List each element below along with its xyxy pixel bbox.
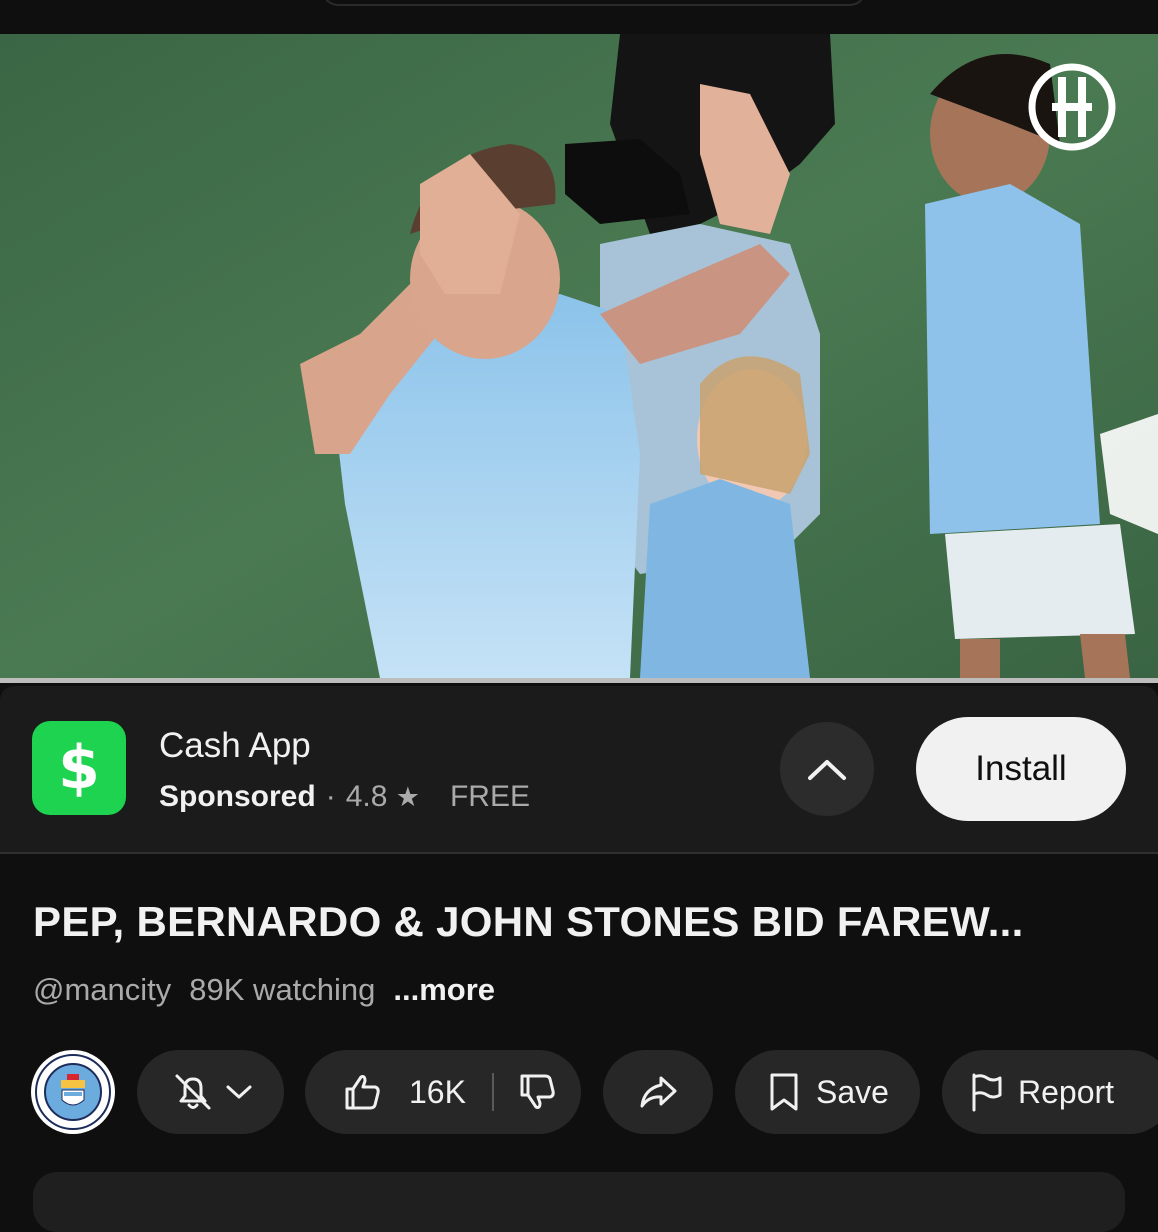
- ad-meta: Sponsored · 4.8 ★ FREE: [159, 780, 530, 814]
- sponsored-label: Sponsored: [159, 780, 316, 813]
- share-button[interactable]: [603, 1050, 713, 1134]
- meta-separator: ·: [325, 780, 336, 813]
- thumbs-up-icon: [345, 1075, 380, 1110]
- ad-card[interactable]: $ Cash App Sponsored · 4.8 ★ FREE Install: [0, 686, 1158, 854]
- cash-app-icon[interactable]: $: [32, 721, 126, 815]
- video-frame: [0, 34, 1158, 678]
- chevron-down-icon: [226, 1085, 251, 1099]
- cash-app-icon-symbol: $: [58, 733, 100, 803]
- ad-app-name: Cash App: [159, 726, 311, 765]
- chevron-up-icon: [808, 760, 846, 780]
- channel-handle[interactable]: @mancity: [33, 972, 171, 1007]
- thumbs-down-icon: [520, 1074, 555, 1109]
- channel-avatar[interactable]: [31, 1050, 115, 1134]
- report-button[interactable]: Report: [942, 1050, 1158, 1134]
- video-meta: @mancity 89K watching ...more: [33, 972, 495, 1008]
- top-notch: [322, 0, 866, 6]
- save-button[interactable]: Save: [735, 1050, 920, 1134]
- comments-preview-card[interactable]: [33, 1172, 1125, 1232]
- more-link[interactable]: ...more: [393, 972, 495, 1007]
- ad-expand-button[interactable]: [780, 722, 874, 816]
- video-progress-fill: [0, 678, 1158, 683]
- bookmark-icon: [770, 1073, 798, 1111]
- share-icon: [640, 1076, 677, 1108]
- install-button[interactable]: Install: [916, 717, 1126, 821]
- bell-off-icon: [175, 1074, 210, 1110]
- star-icon: ★: [395, 782, 420, 813]
- ad-price: FREE: [449, 780, 530, 813]
- like-button[interactable]: 16K: [305, 1071, 466, 1113]
- save-label: Save: [816, 1073, 889, 1110]
- flag-icon: [972, 1073, 1002, 1112]
- top-status-area: [0, 0, 1158, 34]
- video-progress-bar[interactable]: [0, 678, 1158, 683]
- video-player[interactable]: [0, 34, 1158, 678]
- like-dislike-group: 16K: [305, 1050, 581, 1134]
- dislike-button[interactable]: [516, 1071, 558, 1113]
- watching-count: 89K watching: [189, 972, 376, 1007]
- like-count: 16K: [409, 1073, 466, 1110]
- man-city-crest-icon: [33, 1052, 113, 1132]
- report-label: Report: [1018, 1073, 1115, 1110]
- like-divider: [491, 1073, 494, 1111]
- notifications-button[interactable]: [137, 1050, 284, 1134]
- ad-rating: 4.8: [345, 780, 388, 813]
- video-title[interactable]: PEP, BERNARDO & JOHN STONES BID FAREW...: [33, 898, 1024, 946]
